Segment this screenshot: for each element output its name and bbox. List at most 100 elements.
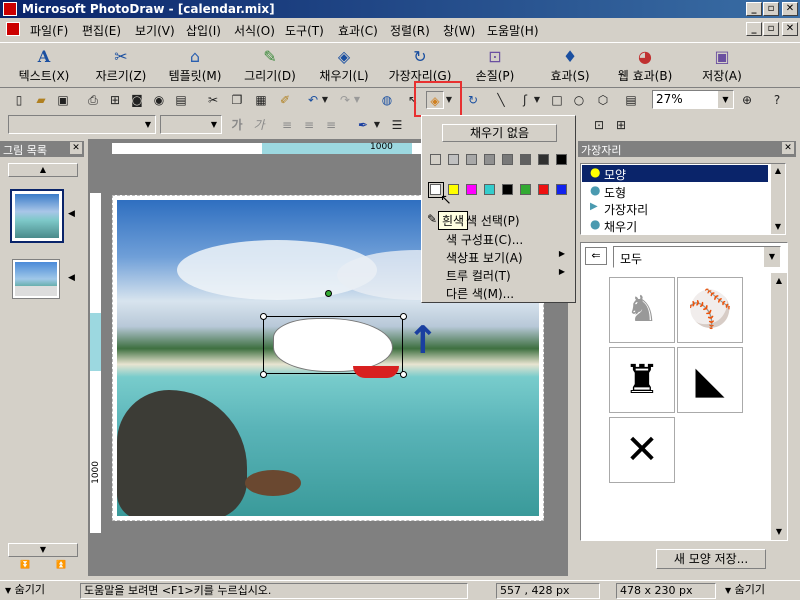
- scroll-last-button[interactable]: ⏫: [44, 559, 78, 573]
- menu-arrange[interactable]: 정렬(R): [390, 22, 430, 39]
- list-item-fill[interactable]: ● 채우기: [582, 217, 768, 234]
- minimize-button[interactable]: _: [746, 2, 762, 16]
- pen-color-icon[interactable]: ✒: [354, 116, 372, 134]
- menu-tools[interactable]: 도구(T): [285, 22, 324, 39]
- resize-handle-tl[interactable]: [260, 313, 267, 320]
- print-preview-icon[interactable]: ⊞: [106, 91, 124, 109]
- cut-crop-button[interactable]: ✂ 자르기(Z): [90, 45, 152, 87]
- ellipse-icon[interactable]: ○: [570, 91, 588, 109]
- gray-swatch-1[interactable]: [448, 154, 459, 165]
- save-icon[interactable]: ▣: [54, 91, 72, 109]
- menu-insert[interactable]: 삽입(I): [186, 22, 221, 39]
- gallery-scroll-up-icon[interactable]: ▲: [771, 273, 787, 289]
- gallery-scroll-down-icon[interactable]: ▼: [771, 524, 787, 540]
- menu-help[interactable]: 도움말(H): [487, 22, 539, 39]
- ungroup-icon[interactable]: ⊞: [612, 116, 630, 134]
- doc-restore-button[interactable]: ▫: [763, 22, 779, 36]
- hide-left-toggle[interactable]: ▼ 숨기기: [2, 583, 78, 599]
- touchup-button[interactable]: ⊡ 손질(P): [468, 45, 522, 87]
- gray-swatch-4[interactable]: [502, 154, 513, 165]
- list-item-edge[interactable]: ▶ 가장자리: [582, 200, 768, 217]
- autoshape-icon[interactable]: ⬡: [594, 91, 612, 109]
- resize-handle-tr[interactable]: [400, 313, 407, 320]
- color-swatch-6[interactable]: [538, 184, 549, 195]
- list-scroll-up-icon[interactable]: ▲: [771, 164, 785, 178]
- align-right-icon[interactable]: ≡: [322, 116, 340, 134]
- align-center-icon[interactable]: ≡: [300, 116, 318, 134]
- doc-icon[interactable]: [6, 22, 20, 36]
- dd-true-color[interactable]: 트루 컬러(T) ▶: [446, 267, 571, 284]
- camera-icon[interactable]: ◉: [150, 91, 168, 109]
- shape-lighthouse[interactable]: ♜: [609, 347, 675, 413]
- list-item-shape[interactable]: ● 모양: [582, 165, 768, 182]
- italic-button[interactable]: 가: [250, 116, 268, 134]
- pen-color-dropdown-icon[interactable]: ▼: [372, 116, 382, 134]
- rotate-handle[interactable]: [325, 290, 332, 297]
- thumbnail-calendar[interactable]: [12, 259, 60, 299]
- group-icon[interactable]: ⊡: [590, 116, 608, 134]
- doc-minimize-button[interactable]: _: [746, 22, 762, 36]
- line-weight-icon[interactable]: ☰: [388, 116, 406, 134]
- shape-windmill[interactable]: ✕: [609, 417, 675, 483]
- menu-window[interactable]: 창(W): [443, 22, 475, 39]
- align-left-icon[interactable]: ≡: [278, 116, 296, 134]
- effects-button[interactable]: ♦ 효과(S): [544, 45, 596, 87]
- dd-more-colors[interactable]: 다른 색(M)...: [446, 285, 514, 302]
- print-icon[interactable]: ⎙: [84, 91, 102, 109]
- zoom-select[interactable]: 27% ▼: [652, 90, 734, 109]
- hide-right-toggle[interactable]: ▼ 숨기기: [722, 583, 798, 599]
- font-name-select[interactable]: ▼: [8, 115, 156, 134]
- gray-swatch-2[interactable]: [466, 154, 477, 165]
- workpane-close-icon[interactable]: ✕: [782, 142, 794, 154]
- app-icon[interactable]: [3, 2, 17, 16]
- undo-dropdown-icon[interactable]: ▼: [320, 91, 330, 109]
- format-painter-icon[interactable]: ✐: [276, 91, 294, 109]
- gray-swatch-5[interactable]: [520, 154, 531, 165]
- save-new-shape-button[interactable]: 새 모양 저장...: [656, 549, 766, 569]
- list-scrollbar[interactable]: ▲ ▼: [771, 164, 785, 234]
- scroll-down-button[interactable]: ▼: [8, 543, 78, 557]
- scroll-first-button[interactable]: ⏬: [8, 559, 42, 573]
- curve-dropdown-icon[interactable]: ▼: [532, 91, 542, 109]
- rotate-icon[interactable]: ↻: [464, 91, 482, 109]
- gallery-scrollbar[interactable]: ▲ ▼: [771, 273, 787, 540]
- save-for-use-button[interactable]: ▣ 저장(A): [696, 45, 748, 87]
- dd-color-scheme[interactable]: 색 구성표(C)...: [446, 231, 523, 248]
- doc-close-button[interactable]: ✕: [782, 22, 798, 36]
- shape-baseball-player[interactable]: ⚾: [677, 277, 743, 343]
- scan-icon[interactable]: ◙: [128, 91, 146, 109]
- color-swatch-3[interactable]: [484, 184, 495, 195]
- list-item-figure[interactable]: ● 도형: [582, 183, 768, 200]
- visual-open-icon[interactable]: ▤: [172, 91, 190, 109]
- menu-edit[interactable]: 편집(E): [82, 22, 121, 39]
- gray-swatch-6[interactable]: [538, 154, 549, 165]
- close-button[interactable]: ✕: [782, 2, 798, 16]
- paste-icon[interactable]: ▦: [252, 91, 270, 109]
- web-globe-icon[interactable]: ◍: [378, 91, 396, 109]
- dd-palette-view[interactable]: 색상표 보기(A) ▶: [446, 249, 571, 266]
- menu-effects[interactable]: 효과(C): [338, 22, 378, 39]
- menu-view[interactable]: 보기(V): [135, 22, 175, 39]
- bold-button[interactable]: 가: [228, 116, 246, 134]
- web-effects-button[interactable]: ◕ 웹 효과(B): [612, 45, 678, 87]
- open-folder-icon[interactable]: ▰: [32, 91, 50, 109]
- copy-icon[interactable]: ❐: [228, 91, 246, 109]
- gray-swatch-3[interactable]: [484, 154, 495, 165]
- new-icon[interactable]: ▯: [10, 91, 28, 109]
- dd-pick-color[interactable]: 색 선택(P): [466, 212, 520, 229]
- menu-format[interactable]: 서식(O): [234, 22, 275, 39]
- redo-dropdown-icon[interactable]: ▼: [352, 91, 362, 109]
- gray-swatch-0[interactable]: [430, 154, 441, 165]
- text-button[interactable]: A 텍스트(X): [12, 45, 76, 87]
- template-button[interactable]: ⌂ 템플릿(M): [162, 45, 228, 87]
- category-select[interactable]: 모두 ▼: [613, 246, 781, 268]
- picture-list-close-icon[interactable]: ✕: [70, 142, 82, 154]
- menu-file[interactable]: 파일(F): [30, 22, 68, 39]
- gray-swatch-7[interactable]: [556, 154, 567, 165]
- text-box-icon[interactable]: ▤: [622, 91, 640, 109]
- scroll-up-button[interactable]: ▲: [8, 163, 78, 177]
- cut-icon[interactable]: ✂: [204, 91, 222, 109]
- draw-paint-button[interactable]: ✎ 그리기(D): [240, 45, 300, 87]
- color-swatch-7[interactable]: [556, 184, 567, 195]
- line-icon[interactable]: ╲: [492, 91, 510, 109]
